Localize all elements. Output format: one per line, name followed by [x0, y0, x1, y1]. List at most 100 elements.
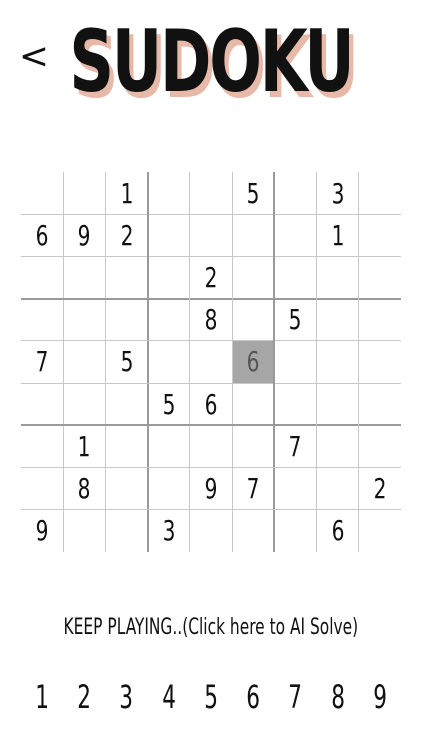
board-cell-r1c3[interactable]: 1	[105, 172, 147, 214]
number-label: 8	[330, 678, 345, 716]
board-cell-r8c5[interactable]: 9	[190, 468, 232, 510]
cell-value: 7	[289, 429, 302, 463]
board-cell-r8c3[interactable]	[105, 468, 147, 510]
board-cell-r2c8[interactable]: 1	[317, 214, 359, 256]
board-cell-r6c1[interactable]	[21, 383, 63, 425]
board-cell-r4c5[interactable]: 8	[190, 299, 232, 341]
board-cell-r3c8[interactable]	[317, 256, 359, 298]
board-cell-r5c8[interactable]	[317, 341, 359, 383]
board-cell-r6c5[interactable]: 6	[190, 383, 232, 425]
number-button-6[interactable]: 6	[232, 675, 274, 719]
board-cell-r2c5[interactable]	[190, 214, 232, 256]
board-cell-r6c4[interactable]: 5	[148, 383, 190, 425]
board-cell-r1c6[interactable]: 5	[232, 172, 274, 214]
board-cell-r1c8[interactable]: 3	[317, 172, 359, 214]
number-button-2[interactable]: 2	[63, 675, 105, 719]
back-button[interactable]: <	[14, 32, 54, 82]
board-cell-r9c6[interactable]	[232, 510, 274, 552]
board-cell-r4c6[interactable]	[232, 299, 274, 341]
board-cell-r1c2[interactable]	[63, 172, 105, 214]
board-cell-r4c1[interactable]	[21, 299, 63, 341]
board-cell-r3c1[interactable]	[21, 256, 63, 298]
board-cell-r4c4[interactable]	[148, 299, 190, 341]
board-cell-r7c1[interactable]	[21, 425, 63, 467]
board-cell-r9c1[interactable]: 9	[21, 510, 63, 552]
board-cell-r6c2[interactable]	[63, 383, 105, 425]
number-button-3[interactable]: 3	[105, 675, 147, 719]
board-cell-r5c6[interactable]: 6	[232, 340, 275, 384]
cell-value: 5	[289, 303, 302, 337]
board-cell-r2c4[interactable]	[148, 214, 190, 256]
board-cell-r9c8[interactable]: 6	[317, 510, 359, 552]
sudoku-board: 153692128575656178972936	[21, 172, 401, 552]
board-cell-r5c5[interactable]	[190, 341, 232, 383]
board-cell-r7c9[interactable]	[359, 425, 401, 467]
board-cell-r2c9[interactable]	[359, 214, 401, 256]
board-cell-r1c1[interactable]	[21, 172, 63, 214]
number-button-9[interactable]: 9	[359, 675, 401, 719]
board-cell-r6c6[interactable]	[232, 383, 274, 425]
board-cell-r8c8[interactable]	[317, 468, 359, 510]
number-button-1[interactable]: 1	[21, 675, 63, 719]
board-cell-r5c2[interactable]	[63, 341, 105, 383]
cell-value: 6	[246, 345, 260, 379]
board-cell-r2c1[interactable]: 6	[21, 214, 63, 256]
board-cell-r4c2[interactable]	[63, 299, 105, 341]
board-cell-r1c5[interactable]	[190, 172, 232, 214]
board-cell-r9c4[interactable]: 3	[148, 510, 190, 552]
board-cell-r6c8[interactable]	[317, 383, 359, 425]
board-cell-r9c3[interactable]	[105, 510, 147, 552]
board-cell-r8c4[interactable]	[148, 468, 190, 510]
board-cell-r3c4[interactable]	[148, 256, 190, 298]
board-cell-r4c3[interactable]	[105, 299, 147, 341]
board-cell-r2c6[interactable]	[232, 214, 274, 256]
board-cell-r7c7[interactable]: 7	[274, 425, 316, 467]
board-cell-r2c2[interactable]: 9	[63, 214, 105, 256]
board-cell-r1c4[interactable]	[148, 172, 190, 214]
board-cell-r9c7[interactable]	[274, 510, 316, 552]
board-cell-r9c5[interactable]	[190, 510, 232, 552]
board-cell-r4c8[interactable]	[317, 299, 359, 341]
board-cell-r3c5[interactable]: 2	[190, 256, 232, 298]
board-cell-r3c2[interactable]	[63, 256, 105, 298]
board-cell-r9c9[interactable]	[359, 510, 401, 552]
board-cell-r4c9[interactable]	[359, 299, 401, 341]
number-button-8[interactable]: 8	[317, 675, 359, 719]
board-cell-r6c3[interactable]	[105, 383, 147, 425]
board-cell-r6c9[interactable]	[359, 383, 401, 425]
number-button-4[interactable]: 4	[148, 675, 190, 719]
board-cell-r6c7[interactable]	[274, 383, 316, 425]
board-cell-r1c7[interactable]	[274, 172, 316, 214]
board-cell-r8c7[interactable]	[274, 468, 316, 510]
number-label: 9	[373, 678, 387, 716]
number-button-5[interactable]: 5	[190, 675, 232, 719]
board-cell-r2c3[interactable]: 2	[105, 214, 147, 256]
board-cell-r3c3[interactable]	[105, 256, 147, 298]
board-cell-r5c4[interactable]	[148, 341, 190, 383]
board-cell-r7c3[interactable]	[105, 425, 147, 467]
board-cell-r8c2[interactable]: 8	[63, 468, 105, 510]
board-cell-r9c2[interactable]	[63, 510, 105, 552]
board-cell-r8c6[interactable]: 7	[232, 468, 274, 510]
board-cell-r7c4[interactable]	[148, 425, 190, 467]
board-cell-r7c6[interactable]	[232, 425, 274, 467]
board-cell-r5c9[interactable]	[359, 341, 401, 383]
board-cell-r2c7[interactable]	[274, 214, 316, 256]
board-cell-r3c6[interactable]	[232, 256, 274, 298]
board-cell-r8c1[interactable]	[21, 468, 63, 510]
board-cell-r5c1[interactable]: 7	[21, 341, 63, 383]
board-cell-r7c5[interactable]	[190, 425, 232, 467]
number-button-7[interactable]: 7	[274, 675, 316, 719]
cell-value: 1	[331, 218, 345, 252]
board-cell-r3c9[interactable]	[359, 256, 401, 298]
cell-value: 9	[204, 472, 218, 506]
board-cell-r5c7[interactable]	[274, 341, 316, 383]
ai-solve-button[interactable]: KEEP PLAYING..(Click here to AI Solve)	[0, 610, 422, 646]
board-cell-r5c3[interactable]: 5	[105, 341, 147, 383]
board-cell-r4c7[interactable]: 5	[274, 299, 316, 341]
board-cell-r3c7[interactable]	[274, 256, 316, 298]
board-cell-r8c9[interactable]: 2	[359, 468, 401, 510]
board-cell-r1c9[interactable]	[359, 172, 401, 214]
board-cell-r7c8[interactable]	[317, 425, 359, 467]
board-cell-r7c2[interactable]: 1	[63, 425, 105, 467]
